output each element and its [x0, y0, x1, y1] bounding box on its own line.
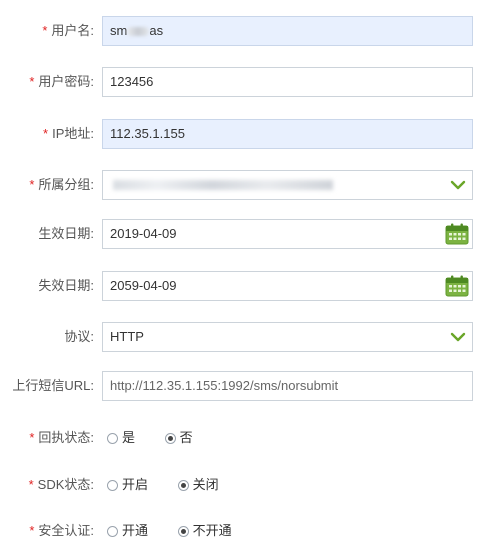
- form-page: { "form": { "username": {"label": "用户名:"…: [0, 0, 496, 553]
- radio-button-checked[interactable]: [164, 432, 176, 444]
- group-label: * 所属分组:: [29, 177, 94, 192]
- end-date-label: 失效日期:: [38, 278, 94, 293]
- required-mark: *: [28, 477, 34, 492]
- chevron-down-icon: [450, 180, 466, 190]
- required-mark: *: [29, 74, 35, 89]
- chevron-down-icon: [450, 332, 466, 342]
- calendar-icon[interactable]: [445, 223, 469, 245]
- receipt-no-option[interactable]: 否: [164, 428, 193, 448]
- security-closed-option[interactable]: 不开通: [177, 521, 232, 541]
- redacted-blur: [127, 27, 150, 37]
- redacted-blur: [113, 180, 333, 190]
- required-mark: *: [29, 523, 35, 538]
- required-mark: *: [29, 430, 35, 445]
- receipt-status-radio-group: 是 否: [107, 428, 219, 448]
- protocol-select[interactable]: HTTP: [102, 322, 473, 352]
- security-open-option[interactable]: 开通: [107, 521, 148, 541]
- required-mark: *: [29, 177, 35, 192]
- password-input[interactable]: 123456: [102, 67, 473, 97]
- start-date-input[interactable]: 2019-04-09: [102, 219, 473, 249]
- receipt-yes-option[interactable]: 是: [107, 428, 135, 448]
- protocol-label: 协议:: [64, 329, 94, 344]
- upstream-url-label: 上行短信URL:: [12, 378, 94, 393]
- upstream-url-input[interactable]: http://112.35.1.155:1992/sms/norsubmit: [102, 371, 473, 401]
- sdk-on-option[interactable]: 开启: [107, 475, 148, 495]
- radio-button-checked[interactable]: [177, 525, 189, 537]
- calendar-icon[interactable]: [445, 275, 469, 297]
- radio-button[interactable]: [107, 432, 118, 444]
- radio-button[interactable]: [107, 525, 118, 537]
- group-select[interactable]: [102, 170, 473, 200]
- receipt-status-label: * 回执状态:: [29, 430, 94, 445]
- username-input[interactable]: sm as: [102, 16, 473, 46]
- security-auth-radio-group: 开通 不开通: [107, 521, 258, 541]
- sdk-status-radio-group: 开启 关闭: [107, 475, 245, 495]
- end-date-input[interactable]: 2059-04-09: [102, 271, 473, 301]
- radio-button-checked[interactable]: [177, 479, 189, 491]
- sdk-off-option[interactable]: 关闭: [177, 475, 219, 495]
- start-date-label: 生效日期:: [38, 226, 94, 241]
- password-label: * 用户密码:: [29, 74, 94, 89]
- required-mark: *: [42, 23, 48, 38]
- sdk-status-label: * SDK状态:: [28, 477, 94, 492]
- ip-label: * IP地址:: [43, 126, 94, 141]
- security-auth-label: * 安全认证:: [29, 523, 94, 538]
- radio-button[interactable]: [107, 479, 118, 491]
- required-mark: *: [43, 126, 49, 141]
- ip-input[interactable]: 112.35.1.155: [102, 119, 473, 149]
- username-label: * 用户名:: [42, 23, 94, 38]
